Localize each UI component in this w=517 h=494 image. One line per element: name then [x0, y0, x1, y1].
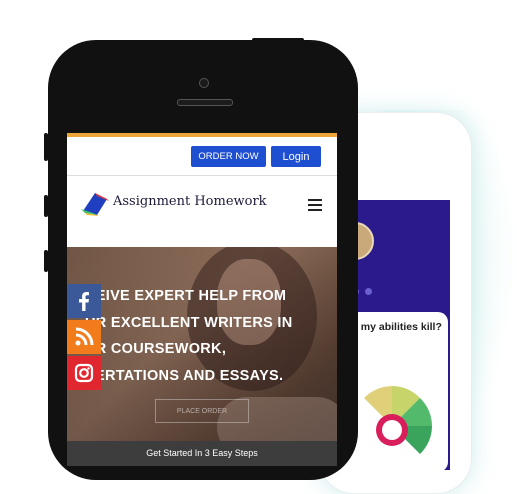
quiz-question: e my abilities kill?	[352, 321, 442, 333]
rss-icon	[75, 327, 94, 346]
hero-headline: CEIVE EXPERT HELP FROM UR EXCELLENT WRIT…	[77, 283, 327, 389]
header-divider	[67, 175, 337, 176]
brand-name[interactable]: Assignment Homework	[113, 194, 267, 209]
headline-line: UR EXCELLENT WRITERS IN	[85, 314, 293, 331]
side-button	[44, 133, 48, 161]
speaker-grille	[177, 99, 233, 106]
skill-gauge	[364, 386, 432, 454]
book-logo-icon[interactable]	[79, 189, 111, 217]
carousel-dot[interactable]	[365, 288, 372, 295]
login-button[interactable]: Login	[271, 146, 321, 167]
headline-line: UR COURSEWORK,	[85, 341, 227, 357]
rss-button[interactable]	[67, 320, 101, 354]
instagram-button[interactable]	[67, 356, 101, 390]
place-order-button[interactable]: PLACE ORDER	[155, 399, 249, 423]
power-button	[252, 38, 304, 42]
order-now-button[interactable]: ORDER NOW	[191, 146, 266, 167]
phone-screen: ORDER NOW Login Assignment Homework CEIV…	[67, 133, 337, 466]
instagram-icon	[74, 363, 94, 383]
hero-banner: CEIVE EXPERT HELP FROM UR EXCELLENT WRIT…	[67, 247, 337, 466]
facebook-icon	[79, 292, 89, 311]
steps-bar: Get Started In 3 Easy Steps	[67, 441, 337, 466]
headline-line: SERTATIONS AND ESSAYS.	[85, 367, 284, 384]
front-camera	[199, 78, 209, 88]
side-button	[44, 250, 48, 272]
side-button	[44, 195, 48, 217]
accent-bar	[67, 133, 337, 137]
headline-line: CEIVE EXPERT HELP FROM	[85, 288, 287, 304]
hamburger-menu-icon[interactable]	[308, 199, 322, 211]
facebook-button[interactable]	[67, 284, 101, 318]
